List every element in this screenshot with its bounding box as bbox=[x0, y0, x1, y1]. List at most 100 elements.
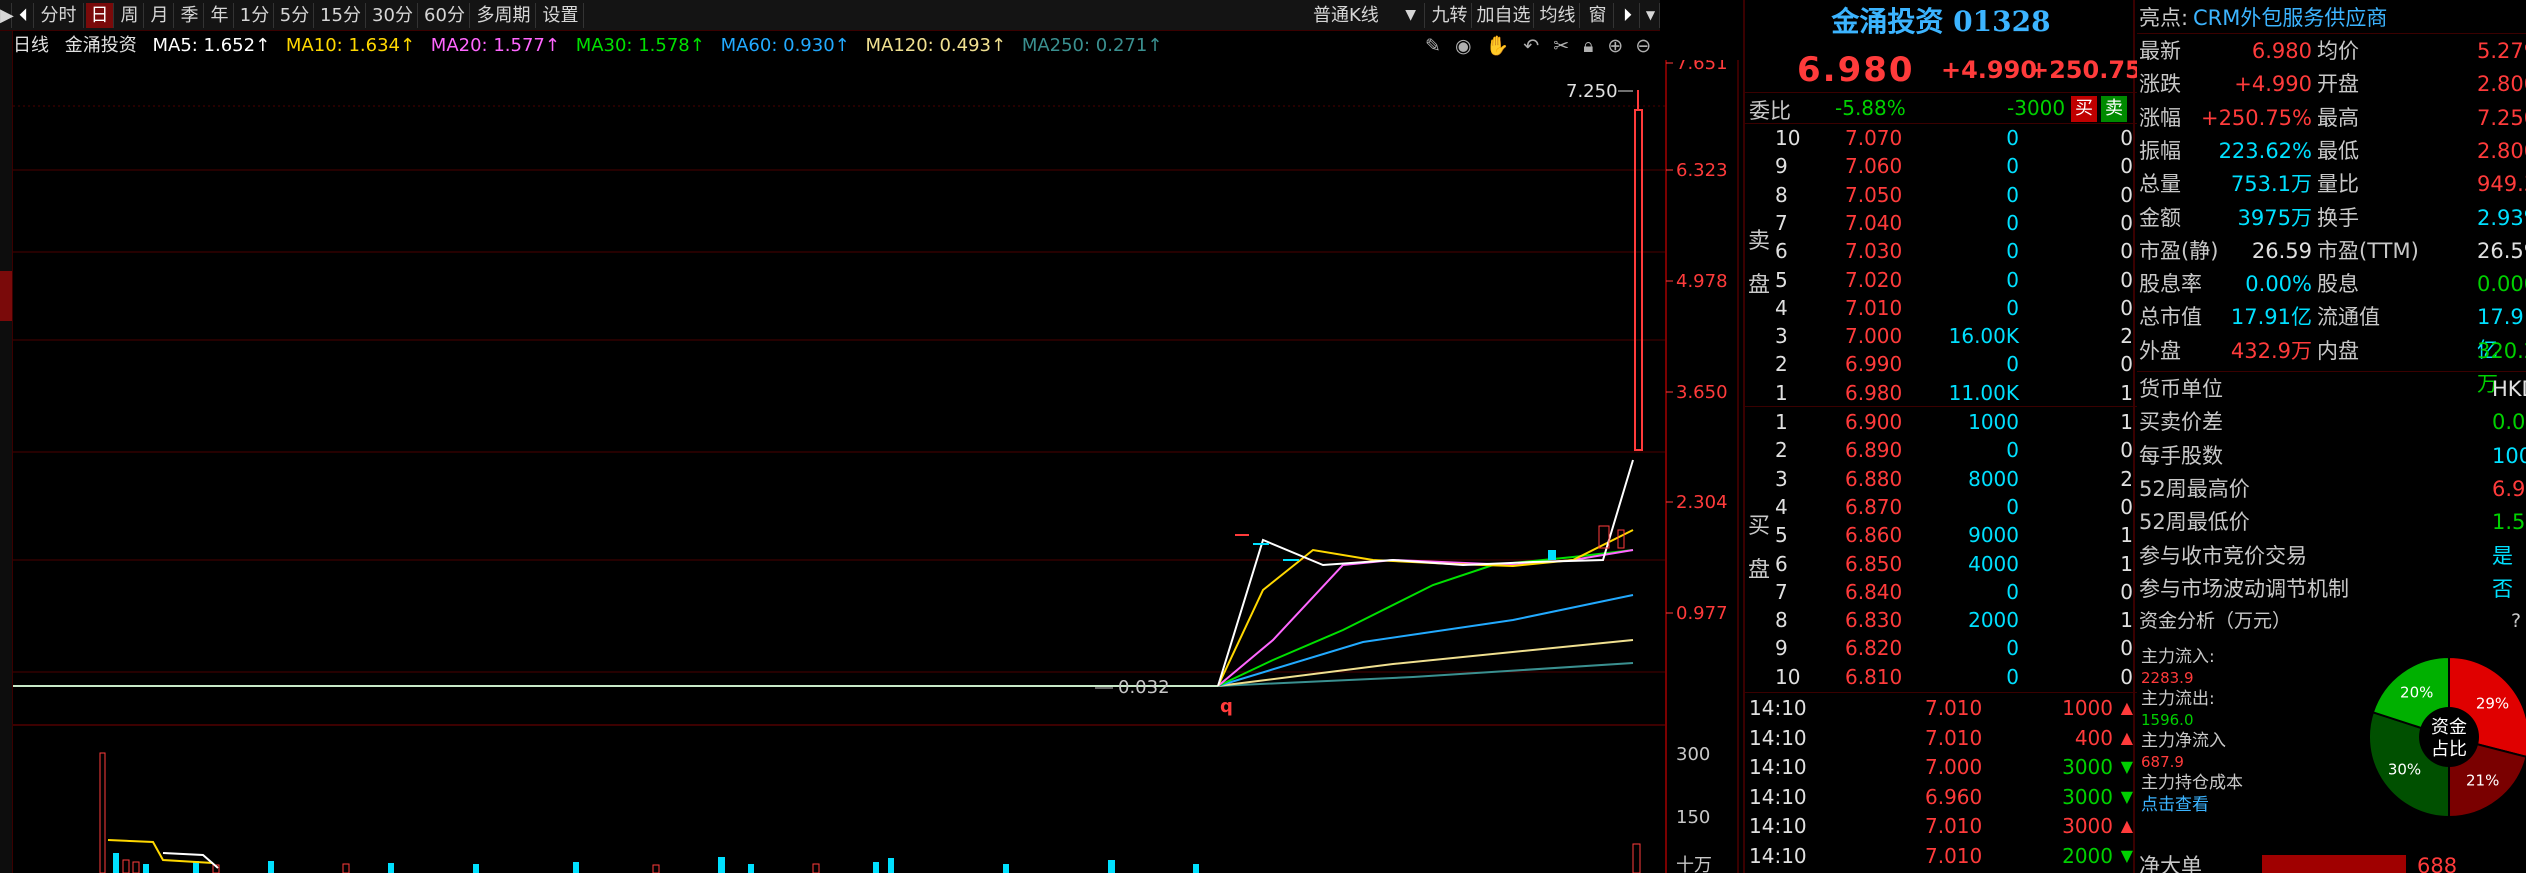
level-count: 1 bbox=[2120, 551, 2133, 576]
menu-chevron-icon[interactable]: ▼ bbox=[1642, 3, 1660, 28]
level-price: 6.810 bbox=[1845, 664, 1903, 689]
scissors-icon[interactable]: ✂ bbox=[1553, 35, 1569, 57]
hand-icon[interactable]: ✋ bbox=[1486, 35, 1510, 57]
eye-icon[interactable]: ◉ bbox=[1455, 35, 1472, 57]
tick-row: 14:10 7.010 400 ▲ bbox=[1745, 724, 2137, 752]
ma-button[interactable]: 均线 bbox=[1536, 3, 1580, 28]
level-volume: 1000 bbox=[1968, 410, 2019, 434]
ask-row[interactable]: 2 6.990 0 0 bbox=[1745, 350, 2137, 378]
level-price: 7.020 bbox=[1845, 267, 1903, 292]
donut-center-2: 占比 bbox=[2431, 739, 2467, 760]
tab-1min[interactable]: 1分 bbox=[236, 3, 274, 28]
stat-label: 流通值 bbox=[2317, 305, 2380, 330]
pen-icon[interactable]: ✎ bbox=[1425, 35, 1441, 57]
ask-row[interactable]: 7 7.040 0 0 bbox=[1745, 209, 2137, 237]
settings-button[interactable]: 设置 bbox=[538, 3, 584, 28]
donut-slice-label: 30% bbox=[2388, 760, 2421, 778]
lock-icon[interactable]: 🔒︎ bbox=[1583, 35, 1593, 57]
bid-row[interactable]: 5 6.860 9000 1 bbox=[1745, 521, 2137, 549]
tab-fenshi[interactable]: 分时 bbox=[34, 3, 84, 28]
highlight-text[interactable]: CRM外包服务供应商 bbox=[2193, 2, 2387, 35]
tab-15min[interactable]: 15分 bbox=[316, 3, 366, 28]
tab-quarter[interactable]: 季 bbox=[176, 3, 204, 28]
undo-icon[interactable]: ↶ bbox=[1523, 35, 1539, 57]
tick-volume: 3000 bbox=[2062, 755, 2113, 779]
bid-row[interactable]: 9 6.820 0 0 bbox=[1745, 634, 2137, 662]
stat-value: 949.39 bbox=[2477, 172, 2526, 197]
level-price: 6.820 bbox=[1845, 636, 1903, 661]
stat-value: 26.59 bbox=[2477, 238, 2526, 263]
level-price: 6.860 bbox=[1845, 523, 1903, 548]
big-candle bbox=[1634, 109, 1643, 451]
level-num: 2 bbox=[1775, 438, 1788, 463]
tab-month[interactable]: 月 bbox=[146, 3, 174, 28]
bid-row[interactable]: 10 6.810 0 0 bbox=[1745, 663, 2137, 691]
candle bbox=[1617, 529, 1625, 549]
stat-label: 量比 bbox=[2317, 172, 2359, 197]
level-price: 7.050 bbox=[1845, 182, 1903, 207]
tick-time: 14:10 bbox=[1749, 843, 1807, 868]
tab-year[interactable]: 年 bbox=[206, 3, 234, 28]
ask-row[interactable]: 6 7.030 0 0 bbox=[1745, 237, 2137, 265]
low-price-label: 0.032 bbox=[1118, 677, 1170, 698]
volume-bar bbox=[1108, 860, 1115, 873]
jiuzhuan-button[interactable]: 九转 bbox=[1428, 3, 1472, 28]
ask-row[interactable]: 3 7.000 16.00K 2 bbox=[1745, 322, 2137, 350]
sidebar-toggle-icon[interactable]: ⏴ bbox=[14, 3, 34, 28]
ask-row[interactable]: 5 7.020 0 0 bbox=[1745, 266, 2137, 294]
bid-row[interactable]: 2 6.890 0 0 bbox=[1745, 436, 2137, 464]
tab-30min[interactable]: 30分 bbox=[368, 3, 418, 28]
volume-ma-lines bbox=[107, 839, 219, 869]
bid-row[interactable]: 7 6.840 0 0 bbox=[1745, 578, 2137, 606]
tab-week[interactable]: 周 bbox=[116, 3, 144, 28]
level-volume: 4000 bbox=[1968, 551, 2019, 576]
hk-info-row: 52周最低价 1.500 bbox=[2137, 506, 2526, 539]
tick-time: 14:10 bbox=[1749, 696, 1807, 720]
bigorder-value: 688 bbox=[2417, 854, 2458, 873]
bid-row[interactable]: 1 6.900 1000 1 bbox=[1745, 408, 2137, 436]
zoom-in-icon[interactable]: ⊕ bbox=[1607, 35, 1623, 57]
tab-multi-period[interactable]: 多周期 bbox=[472, 3, 536, 28]
bigorder-row: 净大单 688 bbox=[2137, 850, 2526, 873]
info-label: 52周最低价 bbox=[2139, 510, 2250, 535]
donut-slice-label: 20% bbox=[2400, 684, 2433, 702]
bid-row[interactable]: 8 6.830 2000 1 bbox=[1745, 606, 2137, 634]
zoom-out-icon[interactable]: ⊖ bbox=[1635, 35, 1651, 57]
kline-type-select[interactable]: 普通K线 ▼ bbox=[1265, 3, 1425, 28]
add-watchlist-button[interactable]: 加自选 bbox=[1474, 3, 1534, 28]
level-price: 7.070 bbox=[1845, 126, 1903, 150]
level-num: 1 bbox=[1775, 380, 1788, 405]
info-value: 1000 bbox=[2492, 443, 2526, 468]
stat-label: 最新 bbox=[2139, 39, 2181, 63]
tick-time: 14:10 bbox=[1749, 755, 1807, 779]
level-volume: 16.00K bbox=[1948, 324, 2019, 349]
bid-row[interactable]: 4 6.870 0 0 bbox=[1745, 493, 2137, 521]
period-toolbar: ▶ ⏴ 分时 日 周 月 季 年 1分 5分 15分 30分 60分 多周期 设… bbox=[0, 0, 1660, 31]
help-icon[interactable]: ? bbox=[2511, 605, 2521, 638]
ask-row[interactable]: 1 6.980 11.00K 1 bbox=[1745, 379, 2137, 407]
level-volume: 0 bbox=[2006, 352, 2019, 377]
price-change: +4.990 bbox=[1941, 56, 2038, 84]
tick-price: 6.960 bbox=[1925, 784, 1983, 809]
ask-row[interactable]: 8 7.050 0 0 bbox=[1745, 181, 2137, 209]
level-price: 6.830 bbox=[1845, 608, 1903, 633]
cost-link[interactable]: 点击查看 bbox=[2141, 794, 2341, 816]
level-volume: 0 bbox=[2006, 295, 2019, 320]
expand-icon[interactable]: ⏵ bbox=[1616, 3, 1640, 28]
level-count: 0 bbox=[2120, 267, 2133, 292]
kline-chart[interactable]: 7.651 6.323 4.978 3.650 2.304 0.977 300 … bbox=[13, 53, 1739, 873]
ask-row[interactable]: 9 7.060 0 0 bbox=[1745, 152, 2137, 180]
window-button[interactable]: 窗 bbox=[1582, 3, 1614, 28]
ask-row[interactable]: 10 7.070 0 0 bbox=[1745, 124, 2137, 152]
tab-day[interactable]: 日 bbox=[86, 3, 114, 28]
sell-button[interactable]: 卖 bbox=[2101, 96, 2127, 122]
collapse-icon[interactable]: ▶ bbox=[0, 3, 14, 28]
tab-60min[interactable]: 60分 bbox=[420, 3, 470, 28]
ask-row[interactable]: 4 7.010 0 0 bbox=[1745, 294, 2137, 322]
bid-row[interactable]: 3 6.880 8000 2 bbox=[1745, 465, 2137, 493]
tab-5min[interactable]: 5分 bbox=[276, 3, 314, 28]
buy-button[interactable]: 买 bbox=[2071, 96, 2097, 122]
level-count: 0 bbox=[2120, 126, 2133, 150]
bid-row[interactable]: 6 6.850 4000 1 bbox=[1745, 550, 2137, 578]
level-count: 0 bbox=[2120, 579, 2133, 604]
